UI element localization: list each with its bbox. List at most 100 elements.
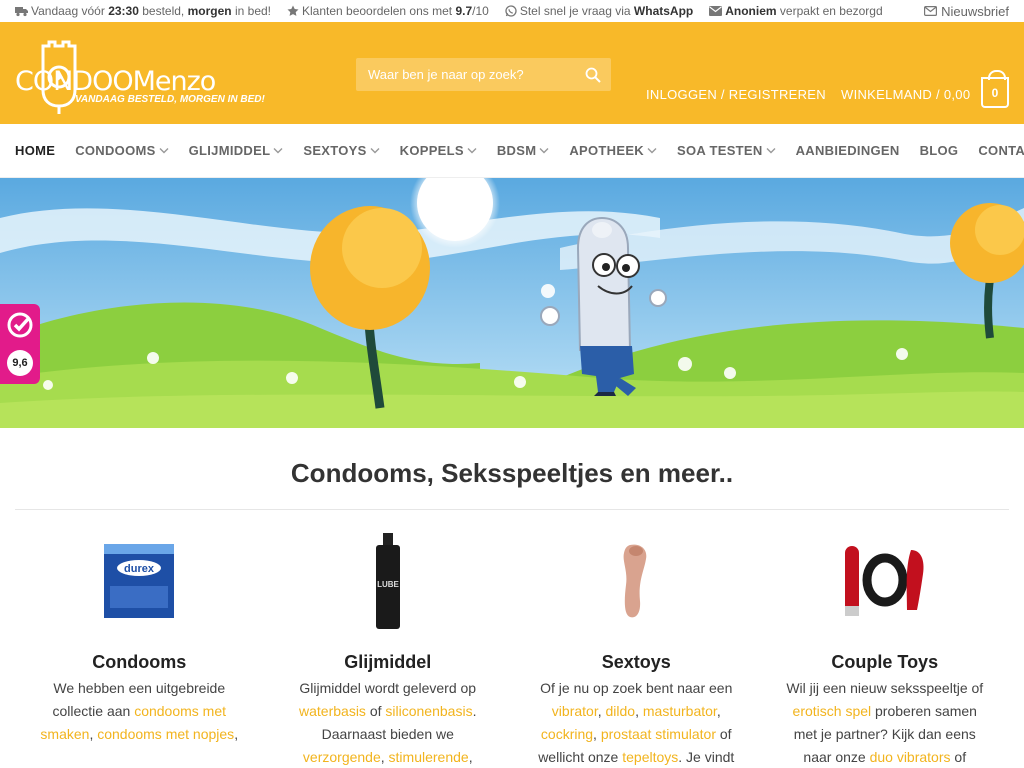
anon-bold: Anoniem bbox=[725, 4, 777, 18]
category-description: We hebben een uitgebreide collectie aan … bbox=[15, 677, 264, 746]
category-title[interactable]: Glijmiddel bbox=[264, 652, 513, 673]
text: , bbox=[635, 703, 639, 719]
nav-item-koppels[interactable]: KOPPELS bbox=[400, 143, 477, 158]
nav-item-bdsm[interactable]: BDSM bbox=[497, 143, 549, 158]
link-vibrator[interactable]: vibrator bbox=[552, 703, 598, 719]
nav-item-home[interactable]: HOME bbox=[15, 143, 55, 158]
link-siliconenbasis[interactable]: siliconenbasis bbox=[385, 703, 472, 719]
link-duo-vibrators[interactable]: duo vibrators bbox=[870, 749, 951, 765]
nav-item-aanbiedingen[interactable]: AANBIEDINGEN bbox=[796, 143, 900, 158]
link-waterbasis[interactable]: waterbasis bbox=[299, 703, 366, 719]
category-description: Glijmiddel wordt geleverd op waterbasis … bbox=[264, 677, 513, 768]
chevron-down-icon bbox=[273, 148, 283, 154]
category-image-sextoys[interactable] bbox=[512, 520, 761, 642]
nav-item-condooms[interactable]: CONDOOMS bbox=[75, 143, 169, 158]
newsletter-label: Nieuwsbrief bbox=[941, 3, 1009, 19]
link-masturbator[interactable]: masturbator bbox=[643, 703, 717, 719]
mail-outline-icon bbox=[924, 6, 938, 16]
nav-item-soa-testen[interactable]: SOA TESTEN bbox=[677, 143, 776, 158]
rating-info: Klanten beoordelen ons met 9.7/10 bbox=[287, 4, 489, 18]
nav-item-label: HOME bbox=[15, 143, 56, 158]
rating-badge-score: 9,6 bbox=[7, 350, 33, 376]
link-condooms-met-nopjes[interactable]: condooms met nopjes bbox=[97, 726, 234, 742]
nav-item-label: APOTHEEK bbox=[569, 143, 644, 158]
nav-item-sextoys[interactable]: SEXTOYS bbox=[303, 143, 380, 158]
anonymous-info: Anoniem verpakt en bezorgd bbox=[709, 4, 883, 18]
rating-post: /10 bbox=[472, 4, 489, 18]
star-icon bbox=[287, 5, 299, 16]
text: , bbox=[468, 749, 473, 765]
category-title[interactable]: Condooms bbox=[15, 652, 264, 673]
site-logo[interactable]: CONDOOMenzo VANDAAG BESTELD, MORGEN IN B… bbox=[15, 28, 265, 118]
cart-link[interactable]: WINKELMAND / 0,00 bbox=[841, 87, 970, 102]
delivery-info: Vandaag vóór 23:30 besteld, morgen in be… bbox=[15, 4, 271, 18]
nav-item-contact[interactable]: CONTACT bbox=[978, 143, 1024, 158]
category-sextoys: Sextoys Of je nu op zoek bent naar een v… bbox=[512, 520, 761, 768]
text: , bbox=[380, 749, 385, 765]
category-title[interactable]: Sextoys bbox=[512, 652, 761, 673]
category-title[interactable]: Couple Toys bbox=[761, 652, 1010, 673]
rating-badge[interactable]: 9,6 bbox=[0, 304, 40, 384]
text: , bbox=[234, 726, 239, 742]
category-glijmiddel: LUBE Glijmiddel Glijmiddel wordt gelever… bbox=[264, 520, 513, 768]
category-description: Wil jij een nieuw seksspeeltje of erotis… bbox=[761, 677, 1010, 768]
login-register-link[interactable]: INLOGGEN / REGISTREREN bbox=[646, 87, 826, 102]
site-header: CONDOOMenzo VANDAAG BESTELD, MORGEN IN B… bbox=[0, 22, 1024, 124]
top-bar: Vandaag vóór 23:30 besteld, morgen in be… bbox=[0, 0, 1024, 22]
nav-item-apotheek[interactable]: APOTHEEK bbox=[569, 143, 657, 158]
category-image-couple-toys[interactable] bbox=[761, 520, 1010, 642]
divider bbox=[15, 509, 1009, 510]
chevron-down-icon bbox=[467, 148, 477, 154]
chevron-down-icon bbox=[159, 148, 169, 154]
link-stimulerende[interactable]: stimulerende bbox=[389, 749, 469, 765]
couple-toys-image bbox=[844, 546, 924, 616]
truck-icon bbox=[15, 6, 28, 16]
lube-bottle-image: LUBE bbox=[375, 533, 400, 629]
link-tepeltoys[interactable]: tepeltoys bbox=[622, 749, 678, 765]
delivery-pre: Vandaag vóór bbox=[31, 4, 105, 18]
nav-item-blog[interactable]: BLOG bbox=[920, 143, 959, 158]
text: , bbox=[89, 726, 94, 742]
rating-score: 9.7 bbox=[455, 4, 473, 18]
category-description: Of je nu op zoek bent naar een vibrator,… bbox=[512, 677, 761, 768]
envelope-icon bbox=[709, 6, 723, 16]
main-navigation: HOME CONDOOMS GLIJMIDDEL SEXTOYS KOPPELS BDSM… bbox=[0, 124, 1024, 178]
cart-count: 0 bbox=[991, 85, 999, 100]
newsletter-link[interactable]: Nieuwsbrief bbox=[924, 0, 1009, 22]
delivery-mid: besteld, bbox=[142, 4, 185, 18]
nav-item-label: AANBIEDINGEN bbox=[795, 143, 900, 158]
logo-tagline: VANDAAG BESTELD, MORGEN IN BED! bbox=[75, 94, 265, 105]
nav-item-label: SEXTOYS bbox=[303, 143, 367, 158]
nav-item-label: GLIJMIDDEL bbox=[188, 143, 271, 158]
whatsapp-icon bbox=[505, 5, 517, 17]
cart-count-button[interactable]: 0 bbox=[981, 70, 1009, 108]
text: , bbox=[593, 726, 597, 742]
link-erotisch-spel[interactable]: erotisch spel bbox=[793, 703, 872, 719]
whatsapp-info[interactable]: Stel snel je vraag via WhatsApp bbox=[505, 4, 693, 18]
category-couple-toys: Couple Toys Wil jij een nieuw seksspeelt… bbox=[761, 520, 1010, 768]
nav-item-glijmiddel[interactable]: GLIJMIDDEL bbox=[189, 143, 284, 158]
logo-wordmark: CONDOOMenzo bbox=[15, 66, 216, 97]
link-cockring[interactable]: cockring bbox=[541, 726, 593, 742]
search-button[interactable] bbox=[575, 67, 611, 83]
nav-item-label: CONTACT bbox=[978, 143, 1024, 158]
chevron-down-icon bbox=[370, 148, 380, 154]
text: Wil jij een nieuw seksspeeltje of bbox=[786, 680, 984, 696]
category-image-condooms[interactable]: durex bbox=[15, 520, 264, 642]
link-prostaat-stimulator[interactable]: prostaat stimulator bbox=[601, 726, 716, 742]
condom-box-image: durex bbox=[104, 544, 175, 618]
text: Glijmiddel wordt geleverd op bbox=[299, 680, 477, 696]
search-input[interactable] bbox=[356, 58, 575, 91]
nav-item-label: CONDOOMS bbox=[75, 143, 156, 158]
anon-post: verpakt en bezorgd bbox=[779, 4, 883, 18]
category-grid: durex Condooms We hebben een uitgebreide… bbox=[15, 520, 1009, 768]
whatsapp-pre: Stel snel je vraag via bbox=[519, 4, 631, 18]
svg-text:durex: durex bbox=[124, 563, 155, 575]
link-dildo[interactable]: dildo bbox=[606, 703, 636, 719]
category-image-glijmiddel[interactable]: LUBE bbox=[264, 520, 513, 642]
delivery-post: in bed! bbox=[234, 4, 271, 18]
search-icon bbox=[585, 67, 601, 83]
nav-item-label: BLOG bbox=[919, 143, 959, 158]
link-verzorgende[interactable]: verzorgende bbox=[303, 749, 381, 765]
chevron-down-icon bbox=[539, 148, 549, 154]
